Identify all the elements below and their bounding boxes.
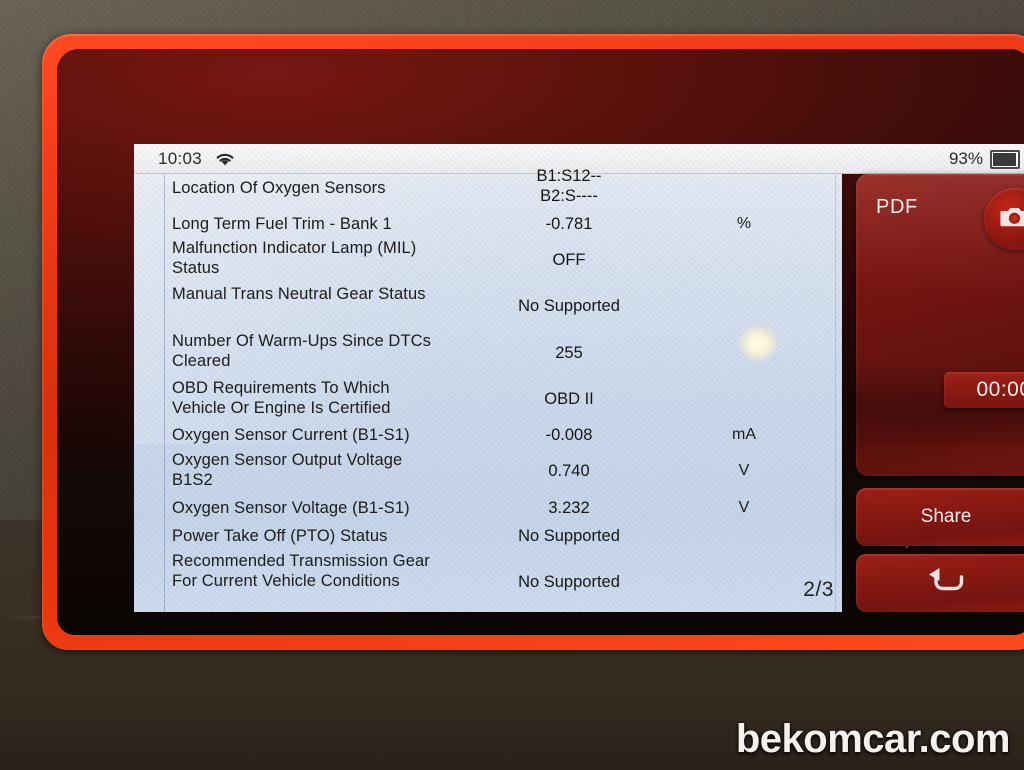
row-label: OBD Requirements To Which Vehicle Or Eng… — [172, 379, 391, 417]
row-label: Long Term Fuel Trim - Bank 1 — [172, 215, 392, 233]
row-label: Manual Trans Neutral Gear Status — [172, 285, 426, 303]
row-value: 3.232 — [548, 499, 590, 517]
table-row[interactable]: Long Term Fuel Trim - Bank 1 -0.781 % — [134, 210, 842, 239]
table-row[interactable]: Power Take Off (PTO) Status No Supported — [134, 523, 842, 551]
row-label: Oxygen Sensor Current (B1-S1) — [172, 426, 410, 444]
row-value: 255 — [555, 344, 583, 362]
row-value: OFF — [552, 251, 586, 269]
row-label: Recommended Transmission Gear For Curren… — [172, 552, 430, 590]
row-label: Power Take Off (PTO) Status — [172, 527, 388, 545]
table-row[interactable]: Oxygen Sensor Voltage (B1-S1) 3.232 V — [134, 495, 842, 523]
row-value: No Supported — [518, 297, 620, 315]
table-row[interactable]: Number Of Warm-Ups Since DTCs Cleared 25… — [134, 329, 842, 376]
row-value: No Supported — [518, 573, 620, 591]
table-row[interactable]: OBD Requirements To Which Vehicle Or Eng… — [134, 376, 842, 421]
row-unit: mA — [732, 426, 756, 443]
scan-tool-screen: 10:03 93% Location Of Oxygen Sensors B1:… — [134, 144, 1024, 612]
back-arrow-icon — [925, 565, 967, 601]
wifi-icon — [214, 151, 236, 167]
row-value: 0.740 — [548, 462, 590, 480]
table-row[interactable]: Malfunction Indicator Lamp (MIL) Status … — [134, 236, 842, 282]
parameter-table: Location Of Oxygen Sensors B1:S12-- B2:S… — [134, 167, 842, 612]
back-button[interactable] — [856, 554, 1024, 612]
table-row[interactable]: Location Of Oxygen Sensors B1:S12-- B2:S… — [134, 167, 842, 208]
table-row[interactable]: Recommended Transmission Gear For Curren… — [134, 551, 842, 612]
table-row[interactable]: Manual Trans Neutral Gear Status No Supp… — [134, 282, 842, 329]
row-label: Oxygen Sensor Voltage (B1-S1) — [172, 499, 410, 517]
row-unit: V — [738, 499, 750, 516]
share-button[interactable]: Share — [856, 488, 1024, 546]
row-label: Oxygen Sensor Output Voltage B1S2 — [172, 451, 403, 489]
recording-timer: 00:00 — [944, 372, 1024, 408]
table-row[interactable]: Oxygen Sensor Current (B1-S1) -0.008 mA — [134, 421, 842, 449]
pdf-report-card[interactable]: PDF 00:00 — [856, 174, 1024, 476]
site-watermark: bekomcar.com — [735, 717, 1011, 761]
status-time: 10:03 — [158, 149, 203, 168]
status-right-group: 93% — [949, 144, 1020, 174]
row-value: No Supported — [518, 527, 620, 545]
row-unit: % — [736, 215, 752, 232]
table-row[interactable]: Oxygen Sensor Output Voltage B1S2 0.740 … — [134, 449, 842, 495]
battery-percent: 93% — [948, 149, 983, 168]
row-label: Location Of Oxygen Sensors — [172, 179, 386, 197]
row-unit: V — [738, 462, 750, 479]
row-value: OBD II — [544, 390, 594, 408]
row-label: Malfunction Indicator Lamp (MIL) Status — [172, 239, 417, 277]
row-value: B1:S12-- B2:S---- — [536, 167, 602, 205]
share-label: Share — [920, 506, 972, 527]
action-sidebar: PDF 00:00 Share — [856, 174, 1024, 612]
camera-icon — [1000, 205, 1024, 233]
row-label: Number Of Warm-Ups Since DTCs Cleared — [172, 332, 431, 370]
row-value: -0.781 — [545, 215, 593, 233]
battery-icon — [990, 149, 1020, 169]
page-indicator: 2/3 — [803, 578, 834, 601]
pdf-label: PDF — [876, 196, 918, 218]
device-photo: 10:03 93% Location Of Oxygen Sensors B1:… — [0, 0, 1024, 770]
row-value: -0.008 — [545, 426, 593, 444]
